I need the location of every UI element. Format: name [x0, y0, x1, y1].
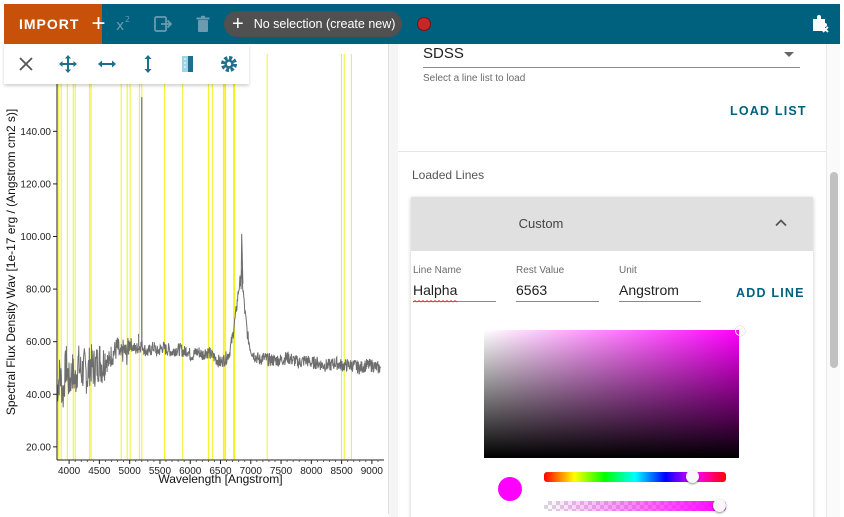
custom-line-card: Custom Line Name Rest Value Unit ADD LIN…	[411, 197, 813, 517]
x-tick-label: 4500	[88, 466, 111, 477]
y-tick-label: 40.00	[26, 390, 51, 401]
x-tick-label: 9000	[361, 466, 384, 477]
spellcheck-underline	[413, 300, 457, 303]
superscript-x2-icon[interactable]: x2	[114, 14, 134, 34]
panel-scrollbar[interactable]	[826, 44, 840, 517]
record-icon[interactable]	[417, 17, 431, 31]
pan-vertical-icon[interactable]	[137, 53, 159, 75]
custom-card-header[interactable]: Custom	[411, 197, 813, 251]
line-name-input[interactable]	[413, 278, 496, 302]
rest-value-input[interactable]	[516, 278, 599, 302]
line-lists-panel: SDSS Select a line list to load LOAD LIS…	[398, 44, 826, 517]
y-tick-label: 120.00	[20, 179, 51, 190]
trash-icon[interactable]	[193, 14, 213, 34]
color-swatch	[498, 477, 522, 501]
y-tick-label: 100.00	[20, 232, 51, 243]
alpha-slider[interactable]	[544, 499, 726, 512]
top-toolbar: IMPORT + x2 + No selection (create new)	[4, 4, 840, 44]
line-list-hint: Select a line list to load	[423, 73, 526, 84]
line-list-select-value[interactable]: SDSS	[423, 45, 464, 62]
x-tick-label: 4000	[58, 466, 81, 477]
import-button[interactable]: IMPORT +	[4, 4, 105, 44]
pan-zoom-icon[interactable]	[57, 53, 79, 75]
subset-icon[interactable]	[177, 53, 199, 75]
color-picker-cursor[interactable]	[735, 326, 745, 336]
plus-icon: +	[232, 13, 244, 35]
panel-divider	[389, 44, 398, 517]
hue-slider[interactable]	[544, 470, 726, 483]
spectrum-line	[56, 268, 381, 408]
plugin-close-icon[interactable]	[810, 14, 830, 34]
value-gradient	[484, 330, 739, 458]
chevron-up-icon[interactable]	[773, 215, 789, 236]
hue-slider-knob[interactable]	[686, 470, 699, 483]
selection-chip[interactable]: + No selection (create new)	[224, 11, 402, 37]
color-picker-canvas[interactable]	[484, 326, 745, 458]
pan-horizontal-icon[interactable]	[96, 53, 118, 75]
alpha-slider-knob[interactable]	[713, 499, 726, 512]
section-divider	[398, 151, 826, 152]
y-axis-label: Spectral Flux Density Wav [1e-17 erg / (…	[4, 109, 18, 415]
spectrum-viewer: 4000 4500 5000 5500 6000 6500 7000 7500 8000 8500…	[4, 44, 389, 514]
loaded-lines-title: Loaded Lines	[412, 168, 485, 182]
y-tick-label: 60.00	[26, 337, 51, 348]
selection-label: No selection (create new)	[253, 17, 396, 31]
x-tick-label: 5000	[119, 466, 142, 477]
panel-scrollbar-thumb[interactable]	[830, 172, 838, 368]
import-label: IMPORT	[19, 16, 80, 32]
select-underline	[423, 67, 800, 68]
close-icon[interactable]	[15, 53, 37, 75]
unit-input[interactable]	[619, 278, 701, 302]
y-tick-label: 80.00	[26, 285, 51, 296]
add-line-button[interactable]: ADD LINE	[736, 286, 805, 300]
x-axis-label: Wavelength [Angstrom]	[158, 472, 282, 486]
chevron-down-icon[interactable]	[784, 52, 794, 57]
viewer-toolbar	[4, 44, 249, 84]
settings-icon[interactable]	[218, 53, 240, 75]
spectrum-series	[56, 97, 381, 408]
line-name-label: Line Name	[413, 265, 462, 276]
spectrum-plot[interactable]: 4000 4500 5000 5500 6000 6500 7000 7500 8000 8500…	[4, 44, 389, 514]
y-tick-label: 140.00	[20, 127, 51, 138]
app-root: IMPORT + x2 + No selection (create new)	[0, 0, 844, 517]
y-tick-label: 20.00	[26, 442, 51, 453]
plus-icon: +	[91, 10, 107, 37]
export-icon[interactable]	[153, 14, 173, 34]
unit-label: Unit	[619, 265, 637, 276]
x-tick-label: 8000	[300, 466, 323, 477]
x-tick-label: 8500	[330, 466, 353, 477]
svg-text:2: 2	[125, 15, 130, 24]
line-list-markers	[58, 54, 352, 460]
rest-value-label: Rest Value	[516, 265, 565, 276]
custom-card-title: Custom	[518, 216, 564, 231]
load-list-button[interactable]: LOAD LIST	[730, 104, 807, 118]
svg-text:x: x	[116, 18, 124, 34]
